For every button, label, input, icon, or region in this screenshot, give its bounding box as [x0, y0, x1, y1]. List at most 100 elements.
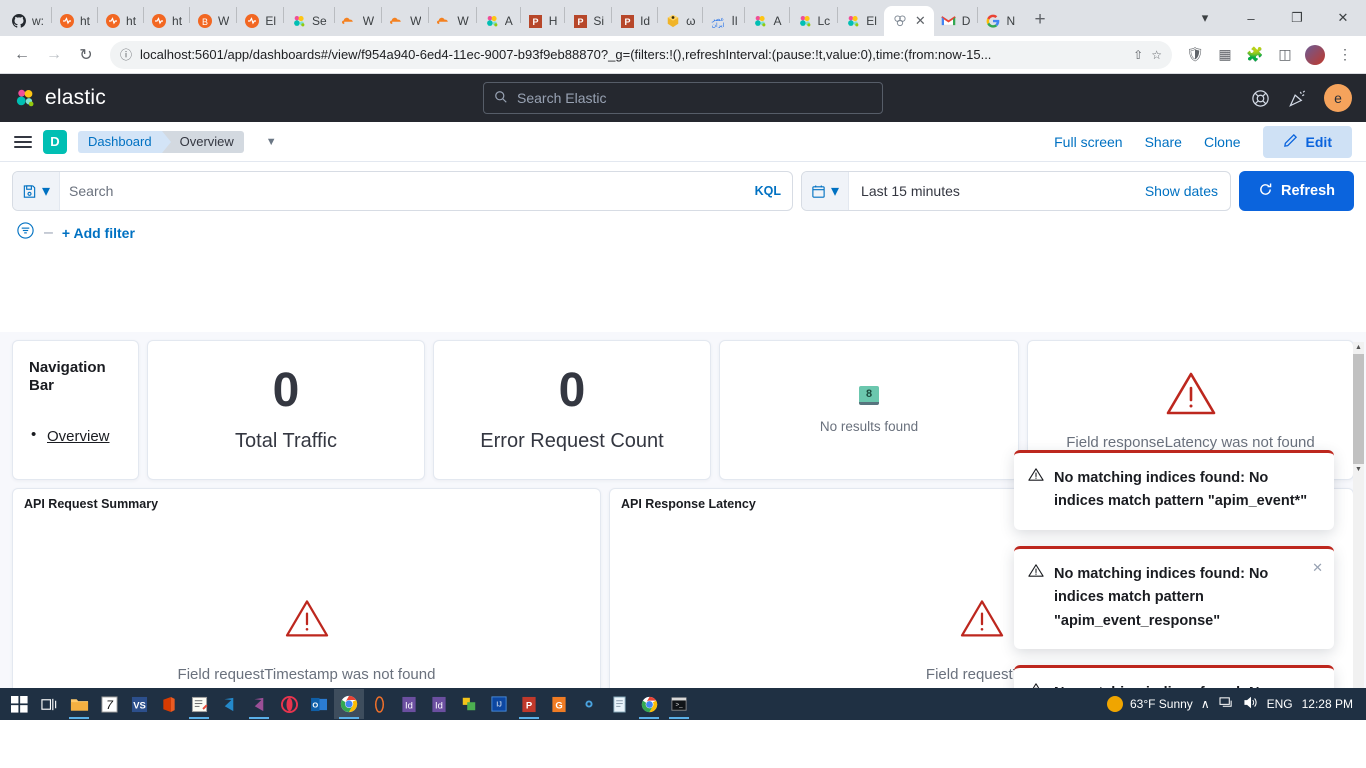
browser-tab[interactable]: El	[838, 6, 884, 36]
browser-tab[interactable]: B W	[190, 6, 236, 36]
breadcrumb-item-overview[interactable]: Overview	[161, 130, 244, 153]
time-range-value[interactable]: Last 15 minutes	[849, 172, 1133, 210]
search-input[interactable]: Search	[60, 172, 744, 210]
elastic-logo[interactable]: elastic	[14, 86, 106, 110]
browser-tab[interactable]: عصر ایران اl	[703, 6, 744, 36]
add-filter-button[interactable]: + Add filter	[62, 225, 135, 241]
browser-tab[interactable]: P H	[521, 6, 565, 36]
browser-tab[interactable]: P Id	[612, 6, 657, 36]
browser-tab[interactable]: ht	[144, 6, 189, 36]
back-arrow-icon[interactable]: ←	[8, 41, 36, 69]
panel-no-results[interactable]: 8 No results found	[719, 340, 1019, 480]
browser-tab[interactable]: N	[978, 6, 1022, 36]
panel-total-traffic[interactable]: 0 Total Traffic	[147, 340, 425, 480]
new-tab-button[interactable]: +	[1026, 6, 1054, 34]
chrome-icon-2[interactable]	[634, 689, 664, 719]
toast-close-icon[interactable]: ✕	[1312, 560, 1323, 576]
query-language-button[interactable]: KQL	[744, 172, 792, 210]
chrome-menu-icon[interactable]: ⋮	[1332, 42, 1358, 68]
outlook-icon[interactable]: O	[304, 689, 334, 719]
sidebar-icon[interactable]: ◫	[1272, 42, 1298, 68]
forward-arrow-icon[interactable]: →	[40, 41, 68, 69]
share-icon[interactable]: ⇧	[1133, 48, 1143, 62]
extension-grid-icon[interactable]: ▦	[1212, 42, 1238, 68]
browser-tab[interactable]: A	[745, 6, 788, 36]
nav-link-overview[interactable]: Overview	[29, 426, 126, 445]
extensions-puzzle-icon[interactable]: 🧩	[1242, 42, 1268, 68]
bookmark-star-icon[interactable]: ☆	[1151, 48, 1162, 62]
chrome-icon[interactable]	[334, 689, 364, 719]
settings-gear-icon[interactable]	[574, 689, 604, 719]
powerpoint-icon[interactable]: P	[514, 689, 544, 719]
address-bar[interactable]: ⓘ localhost:5601/app/dashboards#/view/f9…	[110, 40, 1172, 69]
visual-studio-code-insiders-icon[interactable]: VS	[124, 689, 154, 719]
browser-tab[interactable]: Se	[284, 6, 334, 36]
extension-shield-icon[interactable]: 🛡	[1182, 42, 1208, 68]
chevron-down-icon[interactable]: ▼	[266, 136, 277, 148]
filter-options-icon[interactable]	[16, 221, 35, 245]
network-icon[interactable]	[1219, 696, 1234, 712]
notepadpp-icon[interactable]: 7	[94, 689, 124, 719]
browser-tab[interactable]: W	[429, 6, 475, 36]
panel-api-request-summary[interactable]: API Request Summary Field requestTimesta…	[12, 488, 601, 688]
global-search-input[interactable]: Search Elastic	[483, 82, 883, 114]
window-minimize-button[interactable]: –	[1228, 0, 1274, 36]
start-button-icon[interactable]	[4, 689, 34, 719]
opera-gx-icon[interactable]	[274, 689, 304, 719]
scroll-up-arrow-icon[interactable]: ▲	[1353, 342, 1364, 353]
browser-tab-active[interactable]: ✕	[883, 6, 934, 36]
browser-tab[interactable]: W	[335, 6, 381, 36]
info-circle-icon[interactable]: ⓘ	[120, 46, 132, 63]
vscode-icon[interactable]	[214, 689, 244, 719]
share-button[interactable]: Share	[1145, 134, 1182, 150]
user-avatar[interactable]: e	[1324, 84, 1352, 112]
reload-icon[interactable]: ↻	[72, 41, 100, 69]
task-view-icon[interactable]	[34, 689, 64, 719]
browser-tab[interactable]: ht	[98, 6, 143, 36]
browser-tab[interactable]: D	[934, 6, 978, 36]
clock[interactable]: 12:28 PM	[1302, 697, 1353, 711]
browser-tab[interactable]: ht	[52, 6, 97, 36]
terminal-icon[interactable]: >_	[664, 689, 694, 719]
weather-widget[interactable]: 63°F Sunny	[1106, 696, 1193, 712]
show-dates-button[interactable]: Show dates	[1133, 172, 1230, 210]
tab-close-icon[interactable]: ✕	[915, 13, 926, 29]
breadcrumb-item-dashboard[interactable]: Dashboard	[78, 130, 171, 153]
browser-tab[interactable]: W	[382, 6, 428, 36]
saved-query-button[interactable]: ▾	[13, 172, 61, 210]
photos-icon[interactable]	[454, 689, 484, 719]
megaphone-icon[interactable]	[1287, 88, 1307, 108]
dashboard-scrollbar-thumb[interactable]	[1353, 354, 1364, 464]
indesign-icon-2[interactable]: Id	[424, 689, 454, 719]
language-indicator[interactable]: ENG	[1267, 697, 1293, 711]
sticky-notes-icon[interactable]	[184, 689, 214, 719]
window-maximize-button[interactable]: ❐	[1274, 0, 1320, 36]
file-explorer-icon[interactable]	[64, 689, 94, 719]
window-close-button[interactable]: ✕	[1320, 0, 1366, 36]
profile-avatar[interactable]	[1302, 42, 1328, 68]
window-restore-down-icon[interactable]: ▾	[1182, 0, 1228, 36]
volume-icon[interactable]	[1243, 696, 1258, 712]
illustrator-icon[interactable]: G	[544, 689, 574, 719]
edit-button[interactable]: Edit	[1262, 125, 1352, 158]
date-quick-select-button[interactable]: ▾	[802, 172, 850, 210]
panel-error-request-count[interactable]: 0 Error Request Count	[433, 340, 711, 480]
notepad-icon[interactable]	[604, 689, 634, 719]
refresh-button[interactable]: Refresh	[1239, 171, 1354, 211]
visual-studio-icon[interactable]	[244, 689, 274, 719]
full-screen-button[interactable]: Full screen	[1054, 134, 1122, 150]
browser-tab[interactable]: P Si	[565, 6, 611, 36]
scroll-down-arrow-icon[interactable]: ▼	[1353, 464, 1364, 475]
browser-tab[interactable]: A	[477, 6, 520, 36]
browser-tab[interactable]: ω	[658, 6, 702, 36]
indesign-icon[interactable]: Id	[394, 689, 424, 719]
menu-hamburger-icon[interactable]	[14, 135, 32, 148]
microsoft-office-icon[interactable]	[154, 689, 184, 719]
space-avatar[interactable]: D	[43, 129, 67, 154]
lifebuoy-icon[interactable]	[1250, 88, 1270, 108]
clone-button[interactable]: Clone	[1204, 134, 1241, 150]
browser-tab[interactable]: w:	[4, 6, 51, 36]
browser-tab[interactable]: El	[237, 6, 283, 36]
intellij-icon[interactable]: IJ	[484, 689, 514, 719]
browser-tab[interactable]: Lc	[790, 6, 838, 36]
